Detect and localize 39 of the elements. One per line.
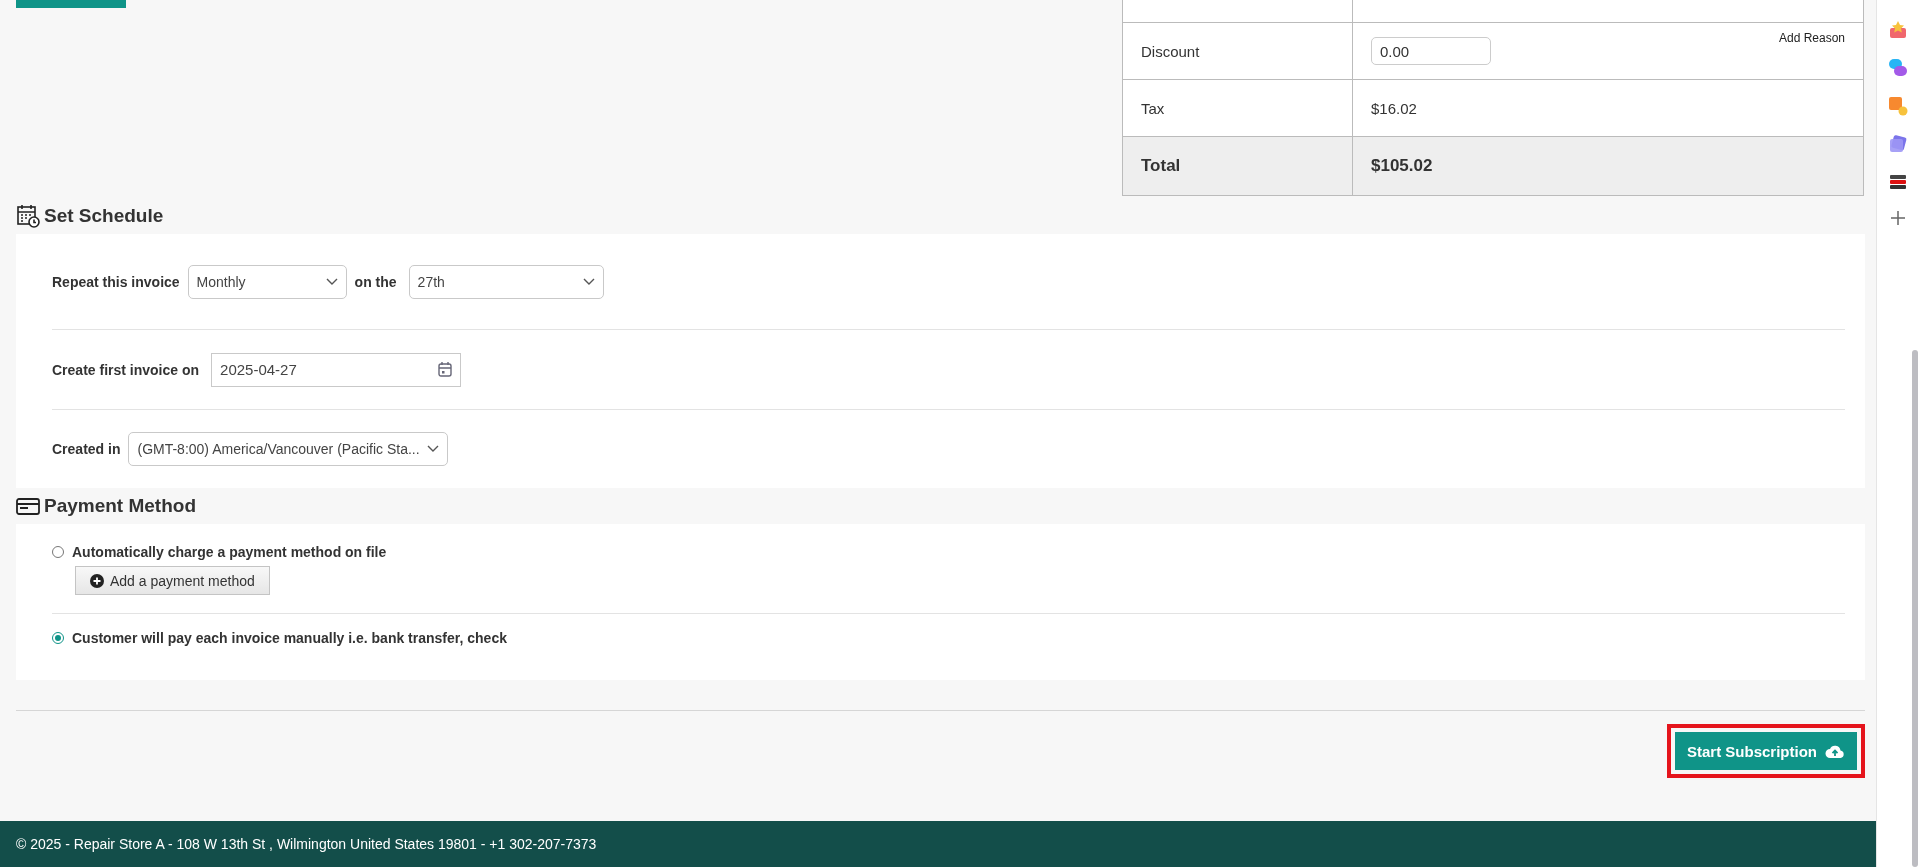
row-value: $16.02: [1371, 99, 1417, 117]
radio-button[interactable]: [52, 632, 64, 644]
chevron-down-icon: [325, 277, 338, 286]
chevron-down-icon: [427, 445, 440, 453]
footer-text: © 2025 - Repair Store A - 108 W 13th St , Wilmington United States 19801 - +1 302-207-7373: [0, 821, 1876, 867]
field-label: on the: [354, 273, 397, 290]
date-input[interactable]: 2025-04-27: [211, 352, 462, 387]
option-label: Automatically charge a payment method on file: [72, 544, 387, 560]
chevron-down-icon: [582, 277, 595, 286]
chat-bubbles-icon[interactable]: [1887, 58, 1908, 78]
section-title: Set Schedule: [44, 205, 164, 227]
plus-circle-icon: [90, 573, 104, 588]
plus-icon[interactable]: [1889, 210, 1906, 226]
radio-button[interactable]: [52, 546, 64, 558]
row-label: Total: [1141, 156, 1181, 175]
scrollbar-thumb[interactable]: [1912, 350, 1918, 867]
timezone-select[interactable]: (GMT-8:00) America/Vancouver (Pacific Sta...: [128, 432, 449, 466]
cards-icon[interactable]: [1887, 134, 1908, 154]
row-label: Discount: [1141, 42, 1200, 60]
cloud-upload-icon: [1825, 744, 1845, 758]
calendar-clock-icon: [16, 204, 40, 228]
shapes-icon[interactable]: [1887, 96, 1908, 116]
day-select[interactable]: 27th: [408, 264, 604, 299]
field-label: Create first invoice on: [52, 361, 200, 378]
field-label: Repeat this invoice: [52, 273, 180, 290]
credit-card-icon: [16, 496, 40, 516]
row-label: Tax: [1141, 99, 1165, 117]
calendar-icon: [438, 362, 453, 377]
gift-icon[interactable]: [1887, 20, 1908, 40]
field-label: Created in: [52, 441, 121, 457]
frequency-select[interactable]: Monthly: [187, 264, 347, 299]
start-subscription-button[interactable]: Start Subscription: [1675, 732, 1857, 770]
row-value: $105.02: [1371, 156, 1433, 175]
option-label: Customer will pay each invoice manually i.e. bank transfer, check: [72, 630, 507, 646]
add-reason-link[interactable]: Add Reason: [1778, 31, 1845, 45]
discount-input[interactable]: 0.00: [1371, 37, 1491, 65]
add-payment-method-button[interactable]: Add a payment method: [75, 566, 270, 595]
section-title: Payment Method: [44, 495, 197, 517]
stack-icon[interactable]: [1887, 172, 1908, 192]
